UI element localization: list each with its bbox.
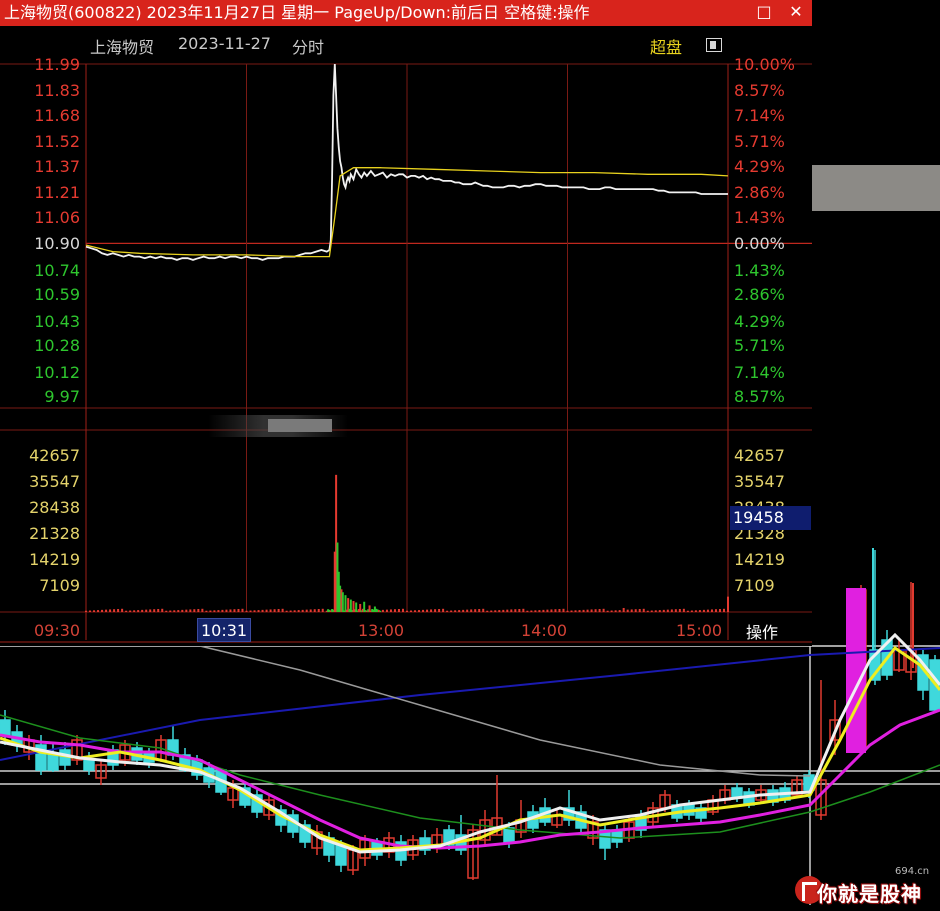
watermark: 你就是股神 694.cn: [795, 866, 937, 906]
percent-tick-label: 1.43%: [734, 260, 785, 280]
price-tick-label: 10.90: [34, 234, 80, 254]
bg-candle: [455, 815, 467, 855]
chart-mode: 分时: [292, 38, 325, 57]
percent-tick-label: 1.43%: [734, 208, 785, 228]
super-plate-toggle[interactable]: 超盘: [650, 34, 682, 58]
blurred-overlay: [208, 415, 348, 437]
bg-candle: [551, 810, 563, 828]
chart-stock-name: 上海物贸: [90, 38, 155, 57]
volume-tick-label: 28438: [29, 497, 80, 517]
price-tick-label: 9.97: [44, 387, 80, 407]
bg-candle: [893, 640, 905, 672]
volume-tick-label: 35547: [734, 472, 785, 491]
price-tick-label: 10.28: [34, 336, 80, 356]
chart-date: 2023-11-27: [178, 34, 271, 53]
operations-button[interactable]: 操作: [746, 619, 778, 643]
intraday-window: [0, 26, 812, 646]
percent-tick-label: 8.57%: [734, 81, 785, 101]
volume-tick-label: 7109: [39, 576, 80, 595]
price-tick-label: 10.43: [34, 311, 80, 331]
volume-tick-label: 14219: [29, 549, 80, 569]
percent-tick-label: 0.00%: [734, 234, 785, 254]
percent-tick-label: 10.00%: [734, 55, 796, 74]
volume-tick-label: 7109: [734, 576, 775, 595]
bg-candle: [707, 795, 719, 815]
bg-candle: [791, 775, 803, 798]
bg-candle: [695, 803, 707, 822]
bg-candle: [563, 790, 575, 826]
volume-tick-label: 42657: [734, 445, 785, 465]
bg-magenta-bar: [846, 588, 866, 753]
percent-tick-label: 2.86%: [734, 285, 785, 305]
price-tick-label: 11.83: [34, 81, 80, 101]
bg-candle: [905, 582, 917, 680]
bg-candle: [47, 742, 59, 772]
price-tick-label: 11.99: [34, 55, 80, 74]
watermark-domain: 694.cn: [895, 866, 930, 877]
time-tick-label: 14:00: [521, 621, 568, 640]
time-tick-label: 10:31: [201, 621, 248, 640]
bg-candle: [95, 760, 107, 785]
percent-tick-label: 2.86%: [734, 183, 785, 203]
bg-candle: [869, 550, 881, 685]
volume-tick-label: 21328: [29, 524, 80, 543]
close-button[interactable]: ✕: [786, 2, 806, 22]
percent-tick-label: 4.29%: [734, 157, 785, 177]
bg-candle: [419, 830, 431, 855]
percent-tick-label: 7.14%: [734, 362, 785, 382]
volume-tick-label: 42657: [29, 445, 80, 465]
background-grey-band: [812, 165, 940, 211]
bg-ma-blue: [0, 647, 940, 761]
window-title: 上海物贸(600822) 2023年11月27日 星期一 PageUp/Down…: [4, 3, 590, 22]
percent-tick-label: 5.71%: [734, 336, 785, 356]
price-tick-label: 11.68: [34, 106, 80, 126]
volume-tick-label: 14219: [734, 549, 785, 569]
percent-tick-label: 7.14%: [734, 106, 785, 126]
title-bar[interactable]: 上海物贸(600822) 2023年11月27日 星期一 PageUp/Down…: [0, 0, 812, 26]
volume-tick-label: 35547: [29, 472, 80, 491]
price-tick-label: 11.21: [34, 183, 80, 203]
bg-candle: [311, 825, 323, 855]
watermark-text: 你就是股神: [817, 882, 922, 906]
bg-candle: [71, 735, 83, 765]
time-tick-label: 13:00: [358, 621, 405, 640]
price-tick-label: 11.06: [34, 208, 80, 228]
current-volume-readout: 19458: [730, 506, 811, 530]
percent-tick-label: 5.71%: [734, 132, 785, 152]
price-tick-label: 10.59: [34, 285, 80, 305]
panel-toggle-icon[interactable]: [706, 38, 722, 52]
price-tick-label: 10.12: [34, 362, 80, 382]
percent-tick-label: 8.57%: [734, 387, 785, 407]
bg-ma-white: [0, 632, 940, 854]
price-tick-label: 10.74: [34, 260, 80, 280]
bg-ma-magenta: [0, 708, 940, 850]
restore-button[interactable]: □: [754, 2, 774, 22]
time-tick-label: 09:30: [34, 621, 81, 640]
price-tick-label: 11.52: [34, 132, 80, 152]
bg-candle: [479, 810, 491, 845]
price-tick-label: 11.37: [34, 157, 80, 177]
time-tick-label: 15:00: [676, 621, 723, 640]
percent-tick-label: 4.29%: [734, 311, 785, 331]
